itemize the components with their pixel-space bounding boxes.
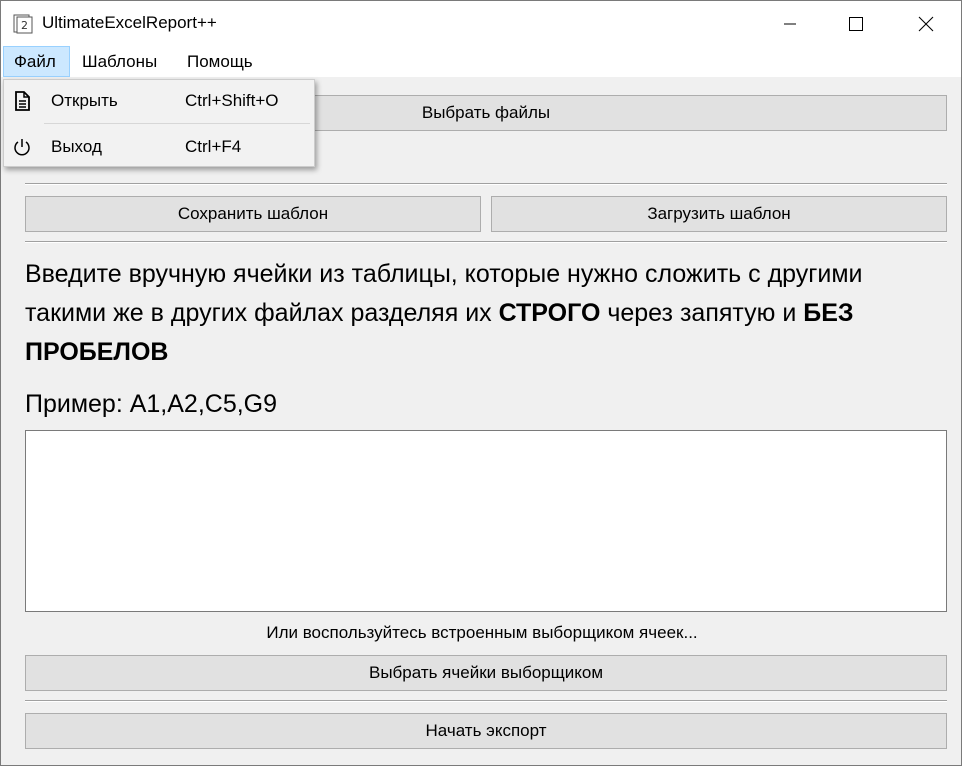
divider: [25, 241, 947, 243]
menu-item-open-shortcut: Ctrl+Shift+O: [185, 91, 279, 110]
power-icon: [14, 139, 30, 156]
picker-hint: Или воспользуйтесь встроенным выборщиком…: [266, 623, 698, 642]
svg-text:2: 2: [21, 19, 28, 32]
app-window: 2 UltimateExcelReport++ Файл Шаблоны Пом…: [0, 0, 962, 766]
cells-input[interactable]: [25, 430, 947, 612]
menu-templates[interactable]: Шаблоны: [74, 46, 165, 77]
window-title: UltimateExcelReport++: [42, 13, 217, 32]
menu-file[interactable]: Файл: [3, 46, 70, 77]
save-template-button[interactable]: Сохранить шаблон: [25, 196, 481, 232]
load-template-button[interactable]: Загрузить шаблон: [491, 196, 947, 232]
file-menu-dropdown: Открыть Ctrl+Shift+O Выход Ctrl+F4: [3, 79, 315, 167]
menu-bar: Файл Шаблоны Помощь: [1, 46, 961, 77]
instructions-bold-strict: СТРОГО: [498, 299, 601, 327]
close-button[interactable]: [903, 1, 949, 46]
menu-item-exit-label: Выход: [51, 137, 102, 156]
start-export-button[interactable]: Начать экспорт: [25, 713, 947, 749]
app-icon: 2: [13, 14, 33, 34]
maximize-button[interactable]: [833, 1, 879, 46]
document-icon: [15, 91, 30, 111]
instructions-part2: через запятую и: [600, 299, 804, 327]
menu-separator: [44, 123, 310, 124]
menu-item-exit[interactable]: Выход Ctrl+F4: [4, 127, 314, 167]
example-text: Пример: A1,A2,C5,G9: [25, 390, 278, 418]
instructions-text: Введите вручную ячейки из таблицы, котор…: [25, 255, 925, 372]
minimize-button[interactable]: [767, 1, 813, 46]
maximize-icon: [849, 16, 863, 31]
minimize-icon: [784, 23, 796, 24]
divider: [25, 183, 947, 185]
cell-picker-button[interactable]: Выбрать ячейки выборщиком: [25, 655, 947, 691]
menu-item-open[interactable]: Открыть Ctrl+Shift+O: [4, 81, 314, 121]
divider: [25, 700, 947, 702]
title-bar[interactable]: 2 UltimateExcelReport++: [1, 1, 961, 46]
menu-item-exit-shortcut: Ctrl+F4: [185, 137, 242, 156]
menu-item-open-label: Открыть: [51, 91, 118, 110]
close-icon: [918, 16, 934, 31]
menu-help[interactable]: Помощь: [179, 46, 261, 77]
